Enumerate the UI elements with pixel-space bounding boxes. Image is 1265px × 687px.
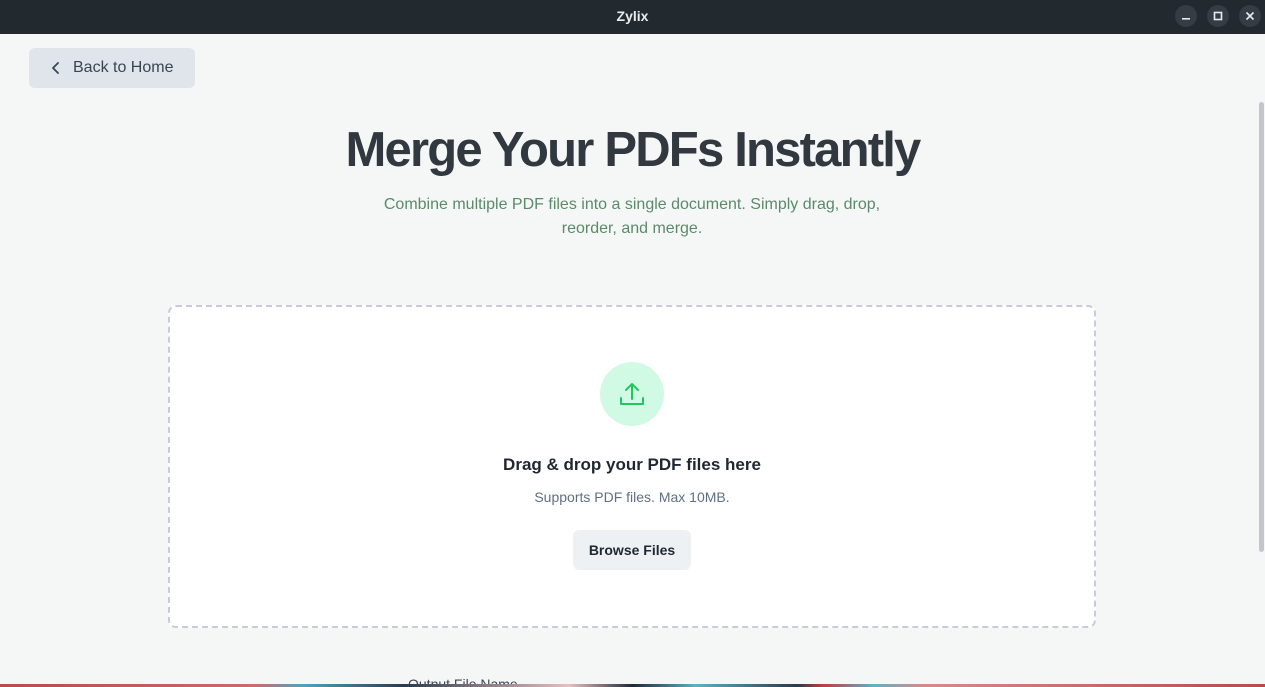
chevron-left-icon bbox=[47, 59, 65, 77]
window-title: Zylix bbox=[616, 8, 649, 24]
minimize-icon bbox=[1182, 18, 1190, 20]
minimize-button[interactable] bbox=[1175, 5, 1197, 27]
page-title: Merge Your PDFs Instantly bbox=[345, 123, 922, 177]
drop-zone-hint: Supports PDF files. Max 10MB. bbox=[534, 489, 730, 505]
close-button[interactable] bbox=[1239, 5, 1261, 27]
scrollbar[interactable] bbox=[1259, 102, 1264, 552]
close-icon bbox=[1245, 11, 1255, 21]
browse-files-button[interactable]: Browse Files bbox=[573, 530, 691, 570]
maximize-button[interactable] bbox=[1207, 5, 1229, 27]
title-bar: Zylix bbox=[0, 0, 1265, 34]
back-to-home-button[interactable]: Back to Home bbox=[29, 48, 195, 88]
upload-icon-badge bbox=[600, 362, 664, 426]
drop-zone-title: Drag & drop your PDF files here bbox=[503, 455, 761, 474]
page-subtitle: Combine multiple PDF files into a single… bbox=[383, 196, 881, 237]
back-to-home-label: Back to Home bbox=[73, 59, 174, 76]
maximize-icon bbox=[1213, 11, 1223, 21]
upload-icon bbox=[620, 383, 644, 405]
file-drop-zone[interactable]: Drag & drop your PDF files here Supports… bbox=[168, 305, 1096, 628]
